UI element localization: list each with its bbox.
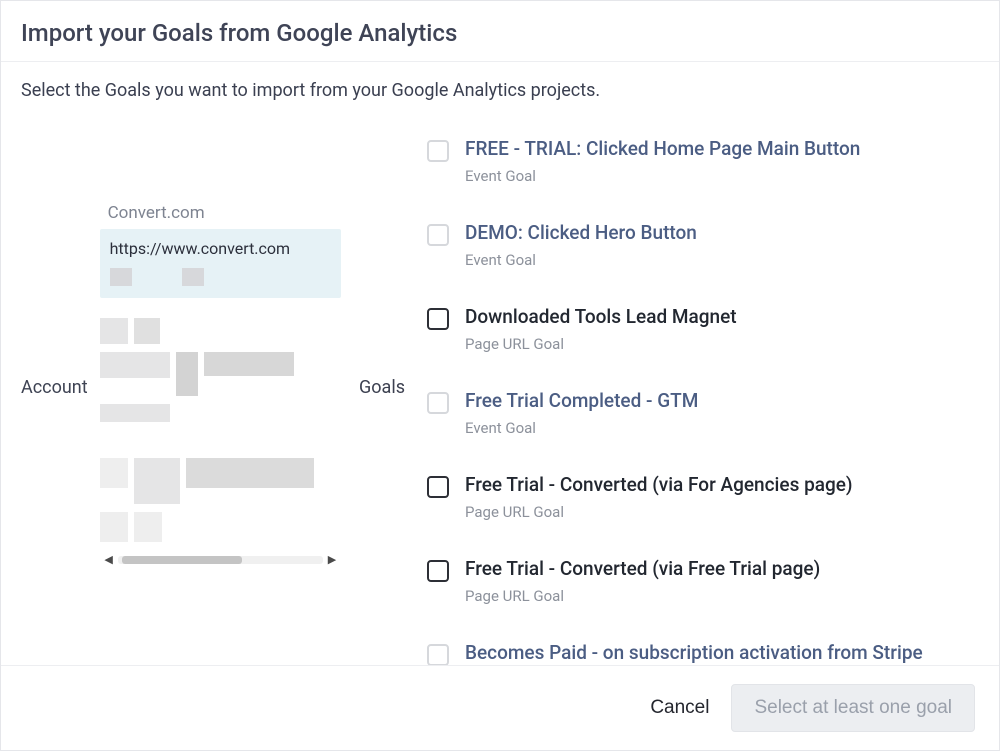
account-label: Account (21, 377, 88, 398)
goal-item[interactable]: Free Trial Completed - GTM Event Goal (423, 371, 965, 455)
goal-checkbox[interactable] (427, 644, 449, 665)
account-selected-item[interactable]: https://www.convert.com (100, 229, 341, 298)
goal-type: Page URL Goal (465, 335, 961, 353)
scroll-left-arrow-icon[interactable]: ◀ (104, 554, 114, 566)
modal-footer: Cancel Select at least one goal (1, 665, 999, 750)
account-horizontal-scrollbar[interactable]: ◀ ▶ (100, 554, 341, 572)
goal-type: Page URL Goal (465, 503, 961, 521)
goal-title: Becomes Paid - on subscription activatio… (465, 641, 961, 665)
modal-header: Import your Goals from Google Analytics (1, 1, 999, 62)
goals-label: Goals (359, 377, 405, 398)
goal-item[interactable]: Free Trial - Converted (via Free Trial p… (423, 539, 965, 623)
scroll-thumb[interactable] (122, 556, 242, 564)
goals-column: FREE - TRIAL: Clicked Home Page Main But… (423, 109, 979, 665)
goal-type: Event Goal (465, 419, 961, 437)
goal-checkbox[interactable] (427, 308, 449, 330)
goal-title: Downloaded Tools Lead Magnet (465, 305, 961, 329)
account-column: Account Convert.com https://www.convert.… (21, 109, 341, 665)
goal-checkbox[interactable] (427, 140, 449, 162)
goals-list[interactable]: FREE - TRIAL: Clicked Home Page Main But… (423, 109, 979, 665)
goal-title: FREE - TRIAL: Clicked Home Page Main But… (465, 137, 961, 161)
content-row: Account Convert.com https://www.convert.… (21, 109, 979, 665)
goal-type: Event Goal (465, 251, 961, 269)
cancel-button[interactable]: Cancel (650, 697, 709, 719)
scroll-right-arrow-icon[interactable]: ▶ (327, 554, 337, 566)
goal-item[interactable]: Free Trial - Converted (via For Agencies… (423, 455, 965, 539)
goal-type: Event Goal (465, 167, 961, 185)
modal-body: Select the Goals you want to import from… (1, 62, 999, 665)
goal-item[interactable]: DEMO: Clicked Hero Button Event Goal (423, 203, 965, 287)
modal-title: Import your Goals from Google Analytics (21, 19, 979, 47)
redacted-row (110, 268, 331, 286)
goal-title: Free Trial - Converted (via Free Trial p… (465, 557, 961, 581)
account-selected-url: https://www.convert.com (110, 239, 331, 268)
goal-checkbox[interactable] (427, 560, 449, 582)
account-selector[interactable]: Convert.com https://www.convert.com (100, 203, 341, 572)
modal-subtitle: Select the Goals you want to import from… (21, 80, 979, 101)
goal-title: DEMO: Clicked Hero Button (465, 221, 961, 245)
import-button-disabled: Select at least one goal (731, 684, 975, 732)
goal-checkbox[interactable] (427, 476, 449, 498)
goal-type: Page URL Goal (465, 587, 961, 605)
import-goals-modal: Import your Goals from Google Analytics … (0, 0, 1000, 751)
redacted-account-list (100, 318, 341, 542)
goal-item[interactable]: Becomes Paid - on subscription activatio… (423, 623, 965, 665)
goal-checkbox[interactable] (427, 392, 449, 414)
goal-item[interactable]: Downloaded Tools Lead Magnet Page URL Goa… (423, 287, 965, 371)
goal-checkbox[interactable] (427, 224, 449, 246)
goal-title: Free Trial Completed - GTM (465, 389, 961, 413)
goal-title: Free Trial - Converted (via For Agencies… (465, 473, 961, 497)
goal-item[interactable]: FREE - TRIAL: Clicked Home Page Main But… (423, 119, 965, 203)
account-property-name: Convert.com (100, 203, 341, 229)
